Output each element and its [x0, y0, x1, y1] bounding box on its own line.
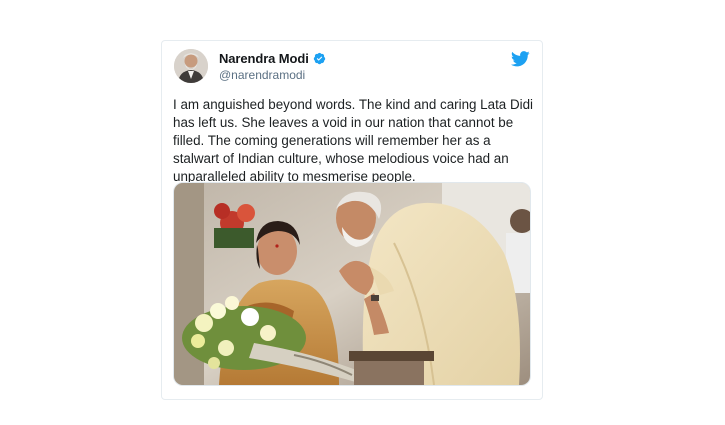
author-handle[interactable]: @narendramodi [219, 68, 326, 82]
avatar[interactable] [174, 49, 208, 83]
tweet-header: Narendra Modi @narendramodi [174, 49, 530, 85]
tweet-card[interactable]: Narendra Modi @narendramodi I am anguish… [161, 40, 543, 400]
tweet-photo[interactable] [173, 182, 531, 386]
twitter-bird-icon[interactable] [510, 51, 530, 67]
verified-badge-icon [313, 52, 326, 65]
tweet-text: I am anguished beyond words. The kind an… [173, 97, 537, 184]
author-info[interactable]: Narendra Modi @narendramodi [219, 51, 326, 82]
author-display-name[interactable]: Narendra Modi [219, 51, 309, 66]
